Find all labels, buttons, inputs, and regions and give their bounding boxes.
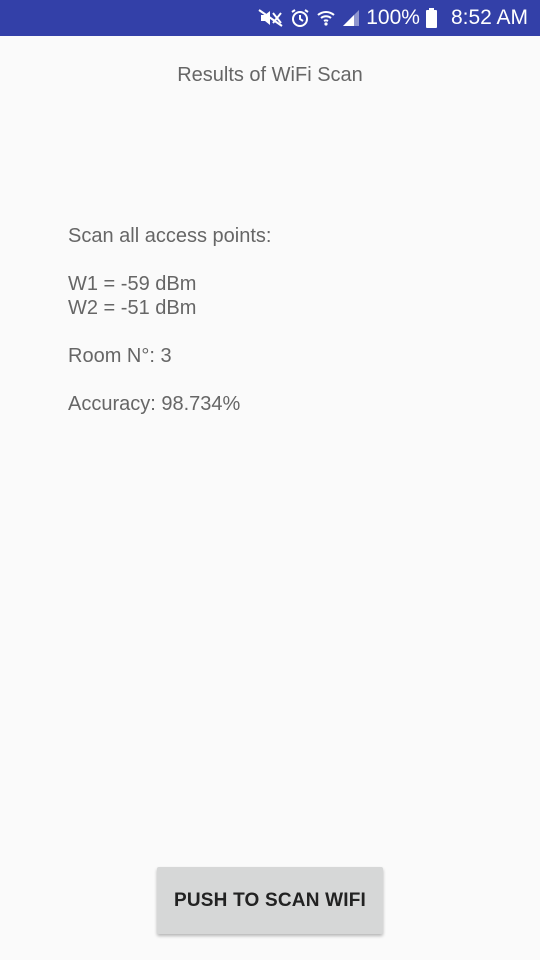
page-title: Results of WiFi Scan	[177, 64, 363, 86]
reading-w1: W1 = -59 dBm	[68, 273, 197, 295]
status-time: 8:52 AM	[450, 6, 528, 29]
battery-icon	[425, 0, 437, 36]
signal-icon	[342, 0, 360, 36]
battery-percentage: 100%	[366, 6, 420, 29]
accuracy-value: Accuracy: 98.734%	[68, 393, 241, 415]
status-bar: 100% 8:52 AM	[0, 0, 540, 36]
scan-results: Scan all access points: W1 = -59 dBm W2 …	[68, 224, 488, 416]
alarm-icon	[290, 0, 310, 36]
reading-w2: W2 = -51 dBm	[68, 297, 197, 319]
wifi-icon	[316, 0, 336, 36]
results-heading: Scan all access points:	[68, 225, 272, 247]
scan-wifi-button[interactable]: PUSH TO SCAN WIFI	[157, 867, 383, 934]
mute-icon	[258, 0, 284, 36]
room-number: Room N°: 3	[68, 345, 172, 367]
